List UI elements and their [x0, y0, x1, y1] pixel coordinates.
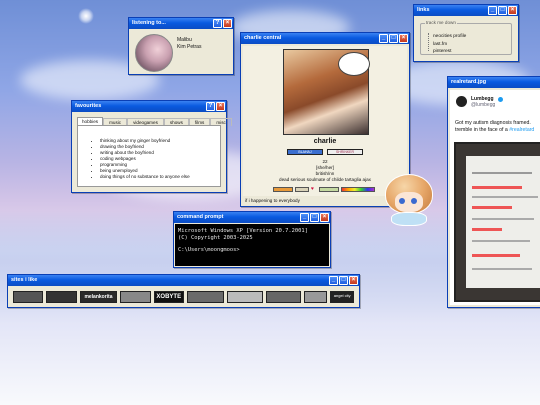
maximize-button[interactable]: □: [498, 6, 507, 15]
window-title: favourites: [75, 103, 102, 109]
maximize-button[interactable]: □: [389, 34, 398, 43]
links-titlebar[interactable]: links _ □ ×: [414, 5, 518, 16]
console-line: (C) Copyright 2003-2025: [178, 235, 253, 241]
tweet-text: tremble in the face of a: [455, 127, 508, 133]
tweet-handle: @lumbegg: [471, 102, 496, 108]
hobbies-list: thinking about my ginger boyfriend drawi…: [100, 138, 190, 180]
maximize-button[interactable]: □: [310, 213, 319, 222]
cmd-window: command prompt _ □ × Microsoft Windows X…: [173, 211, 331, 268]
close-button[interactable]: ×: [508, 6, 517, 15]
song-artist: Kim Petras: [177, 44, 202, 50]
links-groupbox: track me down neocities profile last.fm …: [420, 20, 512, 56]
listening-titlebar[interactable]: listening to... ? ×: [129, 18, 233, 29]
minimize-button[interactable]: _: [300, 213, 309, 222]
sites-body: melankorita XOBYTE angel city: [10, 288, 357, 305]
favourites-titlebar[interactable]: favourites ? ×: [72, 101, 226, 112]
minimize-button[interactable]: _: [329, 276, 338, 285]
avatar: [456, 96, 467, 107]
list-item: doing things of no substance to anyone e…: [100, 174, 190, 180]
stamp-row: ♥: [273, 187, 375, 192]
site-button[interactable]: [227, 290, 263, 303]
help-button[interactable]: ?: [206, 102, 215, 111]
cmd-titlebar[interactable]: command prompt _ □ ×: [174, 212, 330, 223]
image-window: realretard.jpg Lumbegg @lumbegg Got my a…: [447, 76, 540, 308]
badge-blahaj[interactable]: BLAHAJ: [287, 149, 323, 155]
close-button[interactable]: ×: [349, 276, 358, 285]
profile-name: charlie: [313, 138, 337, 145]
window-title: realretard.jpg: [451, 79, 487, 85]
window-title: command prompt: [177, 214, 224, 220]
tweet-text: Got my autism diagnosis framed.: [455, 120, 531, 126]
site-button[interactable]: XOBYTE: [153, 290, 184, 303]
site-button[interactable]: [46, 290, 77, 303]
console-prompt: C:\Users\moongmoos>: [178, 247, 240, 253]
profile-picture: [283, 49, 370, 135]
album-cover: [135, 34, 173, 72]
window-title: sites i like: [11, 277, 38, 283]
verified-icon: [498, 97, 503, 102]
link-lastfm[interactable]: last.fm: [433, 41, 466, 49]
sun-glow: [78, 8, 94, 24]
minimize-button[interactable]: _: [488, 6, 497, 15]
minimize-button[interactable]: _: [379, 34, 388, 43]
close-button[interactable]: ×: [223, 19, 232, 28]
thought-bubble: [338, 52, 370, 76]
tweet-hashtag[interactable]: #realretard: [509, 127, 534, 133]
heart-icon: ♥: [311, 186, 314, 192]
tab-panel: thinking about my ginger boyfriend drawi…: [77, 125, 221, 187]
site-button[interactable]: [120, 290, 151, 303]
close-button[interactable]: ×: [320, 213, 329, 222]
framed-certificate: [454, 142, 540, 302]
close-button[interactable]: ×: [399, 34, 408, 43]
window-title: links: [417, 7, 430, 13]
site-button[interactable]: [265, 290, 301, 303]
stamp: [319, 187, 339, 192]
chibi-sticker: [381, 172, 437, 230]
stamp: [295, 187, 309, 192]
tree-lines: [428, 33, 432, 51]
listening-body: Malibu Kim Petras: [131, 31, 231, 72]
listening-window: listening to... ? × Malibu Kim Petras: [128, 17, 234, 75]
site-button[interactable]: [303, 290, 328, 303]
stamp: [273, 187, 293, 192]
help-button[interactable]: ?: [213, 19, 222, 28]
link-neocities[interactable]: neocities profile: [433, 33, 466, 41]
status-text: if i happening to everybody: [245, 198, 300, 203]
link-pinterest[interactable]: pinterest: [433, 48, 466, 56]
site-button[interactable]: angel city: [330, 290, 354, 303]
badge-shrinker[interactable]: SHRINKER: [327, 149, 363, 155]
favourites-window: favourites ? × hobbies music videogames …: [71, 100, 232, 193]
charlie-titlebar[interactable]: charlie central _ □ ×: [241, 33, 409, 44]
sites-window: sites i like _ □ × melankorita XOBYTE an…: [7, 274, 360, 308]
maximize-button[interactable]: □: [339, 276, 348, 285]
image-titlebar[interactable]: realretard.jpg: [448, 77, 540, 88]
links-window: links _ □ × track me down neocities prof…: [413, 4, 519, 62]
tweet-image: Lumbegg @lumbegg Got my autism diagnosis…: [450, 90, 540, 305]
links-body: track me down neocities profile last.fm …: [416, 18, 516, 59]
groupbox-label: track me down: [425, 20, 457, 25]
site-button[interactable]: melankorita: [79, 290, 118, 303]
favourites-body: hobbies music videogames shows films mis…: [74, 114, 232, 190]
site-button[interactable]: [186, 290, 225, 303]
window-title: charlie central: [244, 35, 282, 41]
cmd-console[interactable]: Microsoft Windows XP [Version 20.7.2001]…: [175, 224, 329, 266]
stamp: [341, 187, 375, 192]
window-title: listening to...: [132, 20, 166, 26]
song-title: Malibu: [177, 37, 192, 43]
site-button[interactable]: [13, 290, 44, 303]
sites-titlebar[interactable]: sites i like _ □ ×: [8, 275, 359, 286]
close-button[interactable]: ×: [216, 102, 225, 111]
console-line: Microsoft Windows XP [Version 20.7.2001]: [178, 228, 308, 234]
